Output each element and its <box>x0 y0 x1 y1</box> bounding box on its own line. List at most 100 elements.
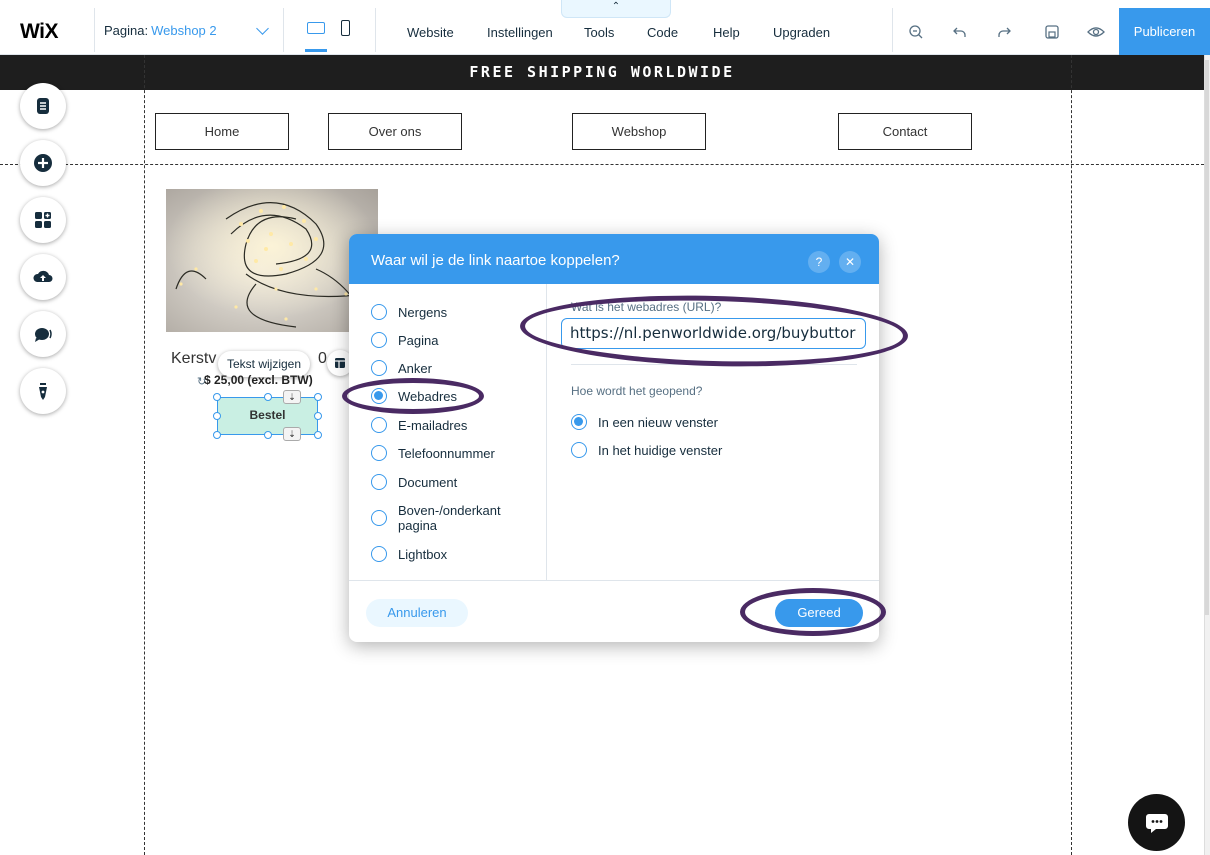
wix-logo: WiX <box>20 20 58 43</box>
divider <box>571 364 857 365</box>
radio-selected-icon[interactable] <box>371 388 387 404</box>
product-image-string-lights[interactable] <box>166 189 378 332</box>
product-title-end[interactable]: 0 <box>318 350 327 368</box>
option-label: Telefoonnummer <box>398 446 495 461</box>
radio-icon[interactable] <box>371 546 387 562</box>
option-label: In een nieuw venster <box>598 415 718 430</box>
radio-selected-icon[interactable] <box>571 414 587 430</box>
product-title-start[interactable]: Kerstv <box>171 350 216 368</box>
radio-icon[interactable] <box>371 304 387 320</box>
option-boven-onderkant-pagina[interactable]: Boven-/onderkant pagina <box>371 503 521 533</box>
resize-handle[interactable] <box>213 412 221 420</box>
option-pagina[interactable]: Pagina <box>371 332 439 348</box>
add-icon <box>34 154 52 172</box>
nav-webshop[interactable]: Webshop <box>572 113 706 150</box>
option-webadres[interactable]: Webadres <box>371 388 457 404</box>
menu-instellingen[interactable]: Instellingen <box>487 25 553 40</box>
link-type-list: Nergens Pagina Anker Webadres E-mailadre… <box>349 284 547 580</box>
resize-handle[interactable] <box>264 431 272 439</box>
option-label: Anker <box>398 361 432 376</box>
option-label: In het huidige venster <box>598 443 723 458</box>
nav-over-ons[interactable]: Over ons <box>328 113 462 150</box>
help-icon[interactable]: ? <box>808 251 830 273</box>
link-dialog: Waar wil je de link naartoe koppelen? ? … <box>349 234 879 642</box>
save-icon[interactable] <box>1038 18 1066 46</box>
nav-home[interactable]: Home <box>155 113 289 150</box>
url-input[interactable]: https://nl.penworldwide.org/buybuttor <box>561 318 866 349</box>
option-label: Nergens <box>398 305 448 320</box>
option-label: Pagina <box>398 333 439 348</box>
option-label: Document <box>398 475 458 490</box>
radio-icon[interactable] <box>371 510 387 526</box>
chat-button[interactable] <box>20 311 66 357</box>
option-anker[interactable]: Anker <box>371 360 432 376</box>
radio-icon[interactable] <box>571 442 587 458</box>
menu-tools[interactable]: Tools <box>584 25 614 40</box>
open-current-window-option[interactable]: In het huidige venster <box>571 442 723 458</box>
editor-top-bar: WiX Pagina: Webshop 2 ⌃ Website Instelli… <box>0 0 1210 55</box>
undo-icon[interactable] <box>946 18 974 46</box>
upload-icon <box>33 270 53 282</box>
option-lightbox[interactable]: Lightbox <box>371 546 448 562</box>
radio-icon[interactable] <box>371 417 387 433</box>
media-upload-button[interactable] <box>20 254 66 300</box>
preview-eye-icon[interactable] <box>1082 18 1110 46</box>
apps-icon <box>35 212 51 228</box>
stretch-handle-icon[interactable]: ⇣ <box>283 427 301 441</box>
nav-contact[interactable]: Contact <box>838 113 972 150</box>
pages-menu-button[interactable] <box>20 83 66 129</box>
option-label: Lightbox <box>398 547 448 562</box>
zoom-out-icon[interactable] <box>902 18 930 46</box>
menu-website[interactable]: Website <box>407 25 454 40</box>
collapse-toolbar-tab[interactable]: ⌃ <box>561 0 671 18</box>
open-new-window-option[interactable]: In een nieuw venster <box>571 414 718 430</box>
shipping-banner: FREE SHIPPING WORLDWIDE <box>0 55 1204 90</box>
url-field-label: Wat is het webadres (URL)? <box>571 300 722 314</box>
add-apps-button[interactable] <box>20 197 66 243</box>
toolbar-divider <box>375 8 376 52</box>
radio-icon[interactable] <box>371 474 387 490</box>
grid-guide-right <box>1071 55 1072 855</box>
desktop-view-icon[interactable] <box>307 22 325 34</box>
option-label: Boven-/onderkant pagina <box>398 503 501 533</box>
toolbar-divider <box>892 8 893 52</box>
resize-handle[interactable] <box>314 412 322 420</box>
resize-handle[interactable] <box>264 393 272 401</box>
link-dialog-footer: Annuleren Gereed <box>349 580 879 642</box>
radio-icon[interactable] <box>371 332 387 348</box>
radio-icon[interactable] <box>371 360 387 376</box>
redo-icon[interactable] <box>990 18 1018 46</box>
done-button[interactable]: Gereed <box>775 599 863 627</box>
menu-upgraden[interactable]: Upgraden <box>773 25 830 40</box>
resize-handle[interactable] <box>213 431 221 439</box>
desktop-view-indicator <box>305 49 327 52</box>
publish-button[interactable]: Publiceren <box>1119 8 1210 55</box>
buy-button[interactable]: Bestel <box>217 397 318 435</box>
resize-handle[interactable] <box>314 431 322 439</box>
option-telefoonnummer[interactable]: Telefoonnummer <box>371 445 495 461</box>
product-price: $ 25,00 (excl. BTW) <box>204 373 313 387</box>
resize-handle[interactable] <box>314 393 322 401</box>
menu-help[interactable]: Help <box>713 25 740 40</box>
cancel-button[interactable]: Annuleren <box>366 599 468 627</box>
pages-icon <box>37 98 49 114</box>
open-mode-label: Hoe wordt het geopend? <box>571 384 703 398</box>
add-element-button[interactable] <box>20 140 66 186</box>
pen-icon <box>39 383 47 400</box>
mobile-view-icon[interactable] <box>341 20 350 36</box>
chevron-down-icon <box>256 22 269 35</box>
radio-icon[interactable] <box>371 445 387 461</box>
link-dialog-title: Waar wil je de link naartoe koppelen? <box>371 252 620 269</box>
page-selector[interactable]: Pagina: Webshop 2 <box>94 8 284 52</box>
blog-button[interactable] <box>20 368 66 414</box>
stretch-handle-icon[interactable]: ⇣ <box>283 390 301 404</box>
option-e-mailadres[interactable]: E-mailadres <box>371 417 467 433</box>
close-icon[interactable]: ✕ <box>839 251 861 273</box>
option-document[interactable]: Document <box>371 474 458 490</box>
menu-code[interactable]: Code <box>647 25 678 40</box>
option-nergens[interactable]: Nergens <box>371 304 448 320</box>
support-chat-button[interactable] <box>1128 794 1185 851</box>
chevron-up-icon: ⌃ <box>611 1 621 12</box>
resize-handle[interactable] <box>213 393 221 401</box>
scrollbar-thumb[interactable] <box>1205 60 1209 615</box>
